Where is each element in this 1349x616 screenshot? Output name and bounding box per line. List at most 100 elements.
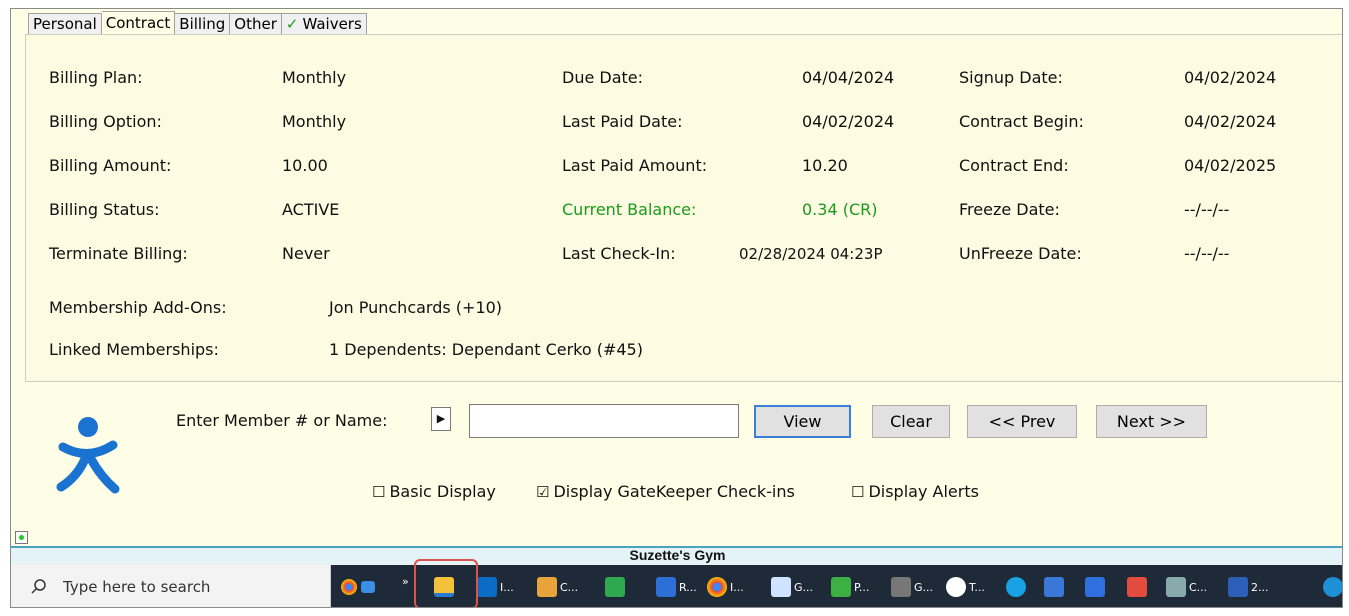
member-lookup-label: Enter Member # or Name: [176, 411, 388, 430]
taskbar-gym-app[interactable]: G... [771, 575, 813, 599]
billing-option-value: Monthly [282, 112, 347, 131]
status-indicator-icon [15, 531, 28, 544]
monitor-icon [361, 581, 375, 593]
taskbar-s-blue[interactable] [1085, 575, 1105, 599]
taskbar-search[interactable]: Type here to search [11, 565, 331, 607]
display-alerts-label: Display Alerts [868, 482, 979, 501]
last-paid-amount-label: Last Paid Amount: [562, 156, 708, 175]
gatekeeper-label: Display GateKeeper Check-ins [553, 482, 795, 501]
camera-icon [1166, 577, 1186, 597]
phone-icon [605, 577, 625, 597]
unfreeze-date-label: UnFreeze Date: [959, 244, 1082, 263]
tab-personal[interactable]: Personal [28, 13, 102, 35]
word-icon [1228, 577, 1248, 597]
basic-display-checkbox[interactable]: ☐ Basic Display [372, 482, 496, 501]
s-red-icon [1127, 577, 1147, 597]
freeze-date-value: --/--/-- [1184, 200, 1230, 219]
taskbar-outlook-label: I... [500, 580, 514, 594]
plant-icon [831, 577, 851, 597]
checkbox-unchecked-icon: ☐ [372, 483, 386, 501]
linked-memberships-value: 1 Dependents: Dependant Cerko (#45) [329, 340, 643, 359]
taskbar-word[interactable]: 2... [1228, 575, 1269, 599]
traffic-light-icon [891, 577, 911, 597]
addons-label: Membership Add-Ons: [49, 298, 227, 317]
signup-date-label: Signup Date: [959, 68, 1063, 87]
gym-logo-icon [56, 417, 120, 494]
current-balance-value: 0.34 (CR) [802, 200, 878, 219]
taskbar-dropbox[interactable] [1044, 575, 1064, 599]
contract-end-label: Contract End: [959, 156, 1069, 175]
tab-waivers[interactable]: ✓ Waivers [281, 13, 367, 35]
contract-end-value: 04/02/2025 [1184, 156, 1277, 175]
taskbar-r-app[interactable]: R... [656, 575, 697, 599]
r-app-icon [656, 577, 676, 597]
content-area: Personal Contract Billing Other ✓ Waivers… [11, 9, 1342, 546]
taskbar-camera[interactable]: C... [1166, 575, 1207, 599]
chrome-icon [341, 579, 357, 595]
taskbar-people-app[interactable]: C... [537, 575, 578, 599]
terminate-billing-value: Never [282, 244, 330, 263]
contract-begin-value: 04/02/2024 [1184, 112, 1277, 131]
billing-plan-label: Billing Plan: [49, 68, 143, 87]
contract-panel: Billing Plan: Monthly Billing Option: Mo… [25, 34, 1342, 382]
due-date-label: Due Date: [562, 68, 644, 87]
checkbox-checked-icon: ☑ [536, 483, 550, 501]
basic-display-label: Basic Display [389, 482, 496, 501]
display-alerts-checkbox[interactable]: ☐ Display Alerts [851, 482, 979, 501]
search-placeholder: Type here to search [63, 578, 211, 596]
checkbox-unchecked-icon: ☐ [851, 483, 865, 501]
clear-button[interactable]: Clear [872, 405, 950, 438]
taskbar-overflow[interactable]: » [399, 569, 409, 593]
taskbar-p-label: P... [854, 580, 870, 594]
s-blue-icon [1085, 577, 1105, 597]
windows-taskbar: Type here to search » I... C... R... I..… [11, 565, 1342, 607]
taskbar-word-label: 2... [1251, 580, 1269, 594]
taskbar-chrome-small[interactable] [341, 575, 375, 599]
next-button[interactable]: Next >> [1096, 405, 1207, 438]
taskbar-chrome[interactable]: I... [707, 575, 744, 599]
taskbar-skype[interactable] [1006, 575, 1026, 599]
taskbar-p-app[interactable]: P... [831, 575, 869, 599]
view-button[interactable]: View [754, 405, 851, 438]
chrome-icon [707, 577, 727, 597]
last-paid-amount-value: 10.20 [802, 156, 848, 175]
taskbar-gatekeeper-label: G... [914, 580, 934, 594]
gatekeeper-checkbox[interactable]: ☑ Display GateKeeper Check-ins [536, 482, 795, 501]
taskbar-teamviewer-label: T... [969, 580, 985, 594]
gym-name-bar: Suzette's Gym [11, 546, 1342, 564]
taskbar-phone-app[interactable] [605, 575, 625, 599]
play-arrow-button[interactable]: ▶ [431, 407, 451, 431]
taskbar-s-red[interactable] [1127, 575, 1147, 599]
taskbar-r-label: R... [679, 580, 697, 594]
linked-memberships-label: Linked Memberships: [49, 340, 219, 359]
edge-icon [1323, 577, 1342, 597]
taskbar-teamviewer[interactable]: T... [946, 575, 985, 599]
tab-contract[interactable]: Contract [101, 11, 176, 35]
billing-amount-value: 10.00 [282, 156, 328, 175]
taskbar-gatekeeper[interactable]: G... [891, 575, 933, 599]
taskbar-edge[interactable] [1323, 575, 1342, 599]
teamviewer-icon [946, 577, 966, 597]
gym-name: Suzette's Gym [629, 547, 726, 563]
freeze-date-label: Freeze Date: [959, 200, 1060, 219]
taskbar-gym-label: G... [794, 580, 814, 594]
checkmark-icon: ✓ [285, 15, 299, 33]
tab-billing[interactable]: Billing [175, 13, 231, 35]
billing-amount-label: Billing Amount: [49, 156, 172, 175]
last-checkin-label: Last Check-In: [562, 244, 676, 263]
prev-button[interactable]: << Prev [967, 405, 1077, 438]
taskbar-people-label: C... [560, 580, 579, 594]
search-icon [31, 579, 46, 594]
addons-value: Jon Punchcards (+10) [329, 298, 503, 317]
highlight-annotation [414, 559, 478, 607]
network-icon [1044, 577, 1064, 597]
taskbar-outlook[interactable]: I... [477, 575, 514, 599]
tab-other[interactable]: Other [230, 13, 282, 35]
outlook-icon [477, 577, 497, 597]
terminate-billing-label: Terminate Billing: [49, 244, 188, 263]
billing-plan-value: Monthly [282, 68, 347, 87]
member-search-input[interactable] [469, 404, 739, 438]
last-checkin-value: 02/28/2024 04:23P [739, 245, 883, 263]
taskbar-camera-label: C... [1189, 580, 1208, 594]
tab-waivers-label: Waivers [302, 15, 362, 33]
